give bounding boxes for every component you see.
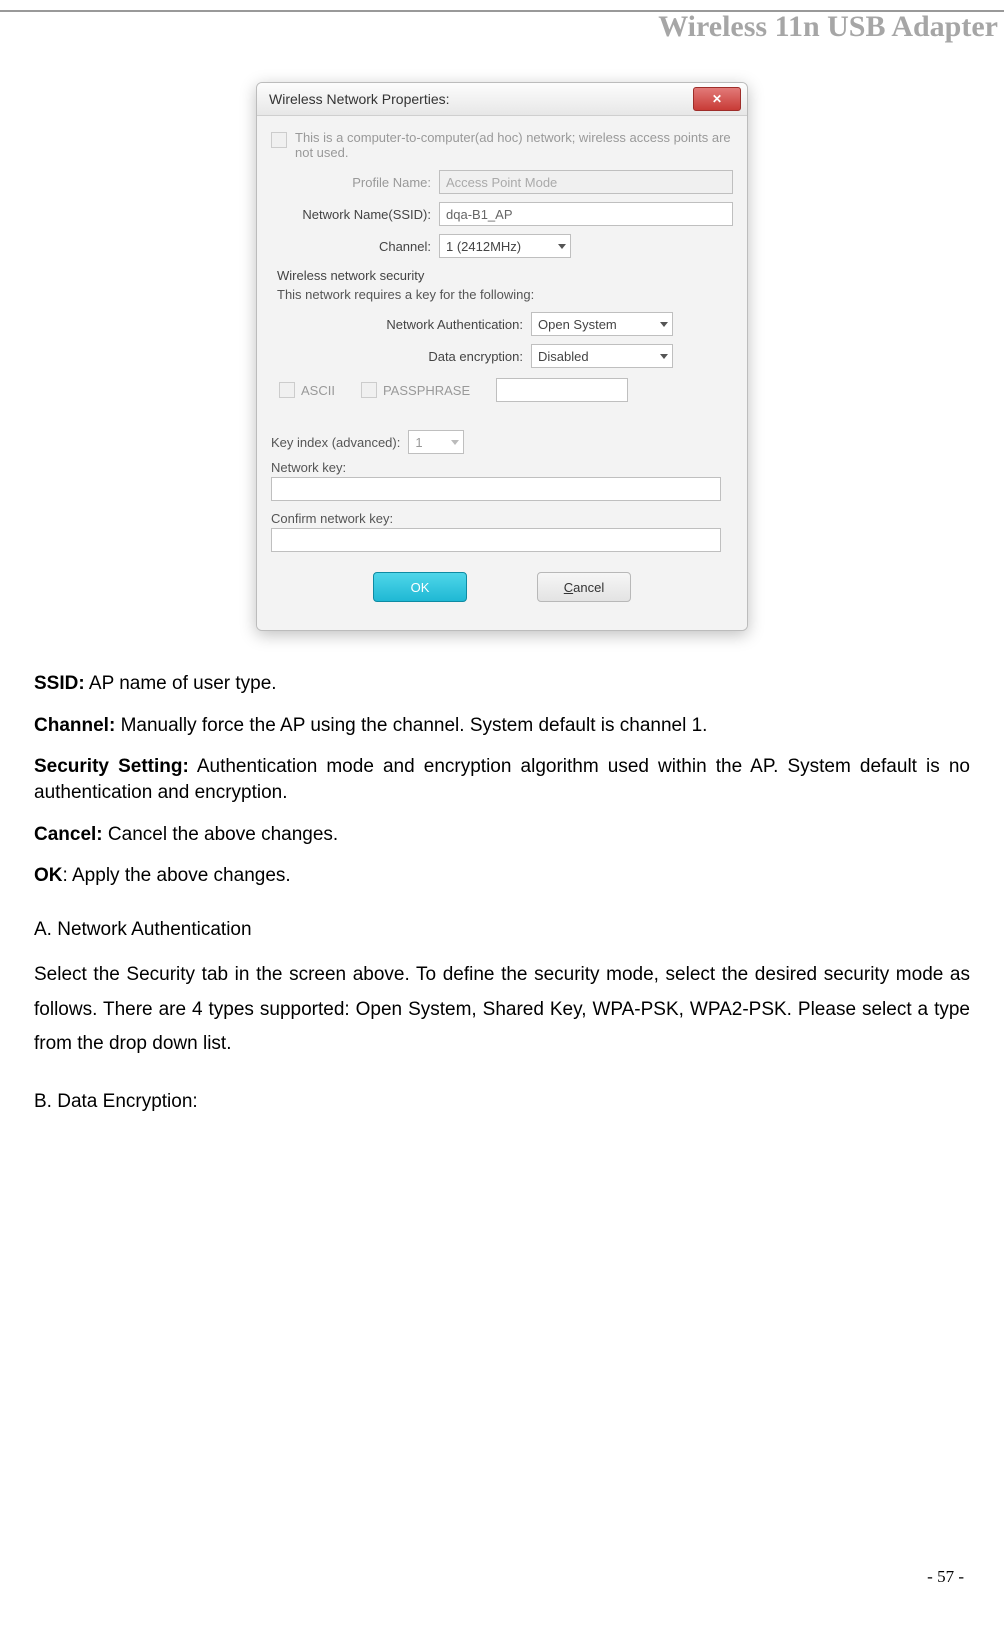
section-b-heading: B. Data Encryption: — [34, 1089, 970, 1115]
cancel-button[interactable]: Cancel — [537, 572, 631, 602]
network-key-input[interactable] — [271, 477, 721, 501]
chevron-down-icon — [660, 354, 668, 359]
passphrase-label: PASSPHRASE — [383, 383, 470, 398]
chevron-down-icon — [660, 322, 668, 327]
dialog-titlebar: Wireless Network Properties: ✕ — [257, 83, 747, 116]
auth-select[interactable]: Open System — [531, 312, 673, 336]
ssid-input[interactable] — [439, 202, 733, 226]
page-number: - 57 - — [927, 1567, 964, 1587]
auth-value: Open System — [538, 317, 617, 332]
encryption-value: Disabled — [538, 349, 589, 364]
cancel-rest: ancel — [573, 580, 604, 595]
ssid-desc: SSID: AP name of user type. — [34, 671, 970, 697]
ascii-label: ASCII — [301, 383, 335, 398]
dialog-title: Wireless Network Properties: — [269, 91, 450, 107]
chevron-down-icon — [451, 440, 459, 445]
confirm-key-label: Confirm network key: — [271, 511, 733, 526]
section-a-text: Select the Security tab in the screen ab… — [34, 958, 970, 1061]
encryption-select[interactable]: Disabled — [531, 344, 673, 368]
channel-select[interactable]: 1 (2412MHz) — [439, 234, 571, 258]
section-a-heading: A. Network Authentication — [34, 917, 970, 943]
ascii-checkbox — [279, 382, 295, 398]
auth-label: Network Authentication: — [271, 317, 531, 332]
network-key-label: Network key: — [271, 460, 733, 475]
ok-desc: OK: Apply the above changes. — [34, 863, 970, 889]
key-index-select: 1 — [408, 430, 464, 454]
passphrase-checkbox — [361, 382, 377, 398]
channel-desc: Channel: Manually force the AP using the… — [34, 713, 970, 739]
confirm-key-input[interactable] — [271, 528, 721, 552]
channel-label: Channel: — [271, 239, 439, 254]
close-icon: ✕ — [712, 92, 722, 106]
document-header: Wireless 11n USB Adapter — [0, 12, 1004, 42]
close-button[interactable]: ✕ — [693, 87, 741, 111]
chevron-down-icon — [558, 244, 566, 249]
security-section-title: Wireless network security — [277, 268, 733, 283]
cancel-underline-letter: C — [564, 580, 573, 595]
encryption-label: Data encryption: — [271, 349, 531, 364]
profile-name-input — [439, 170, 733, 194]
security-desc: Security Setting: Authentication mode an… — [34, 754, 970, 805]
ok-button[interactable]: OK — [373, 572, 467, 602]
ssid-label: Network Name(SSID): — [271, 207, 439, 222]
passphrase-input — [496, 378, 628, 402]
key-index-value: 1 — [415, 435, 422, 450]
profile-name-label: Profile Name: — [271, 175, 439, 190]
security-hint: This network requires a key for the foll… — [277, 287, 733, 302]
adhoc-checkbox — [271, 132, 287, 148]
adhoc-label: This is a computer-to-computer(ad hoc) n… — [295, 130, 733, 160]
wireless-properties-dialog: Wireless Network Properties: ✕ This is a… — [256, 82, 748, 631]
channel-value: 1 (2412MHz) — [446, 239, 521, 254]
key-index-label: Key index (advanced): — [271, 435, 400, 450]
cancel-desc: Cancel: Cancel the above changes. — [34, 822, 970, 848]
